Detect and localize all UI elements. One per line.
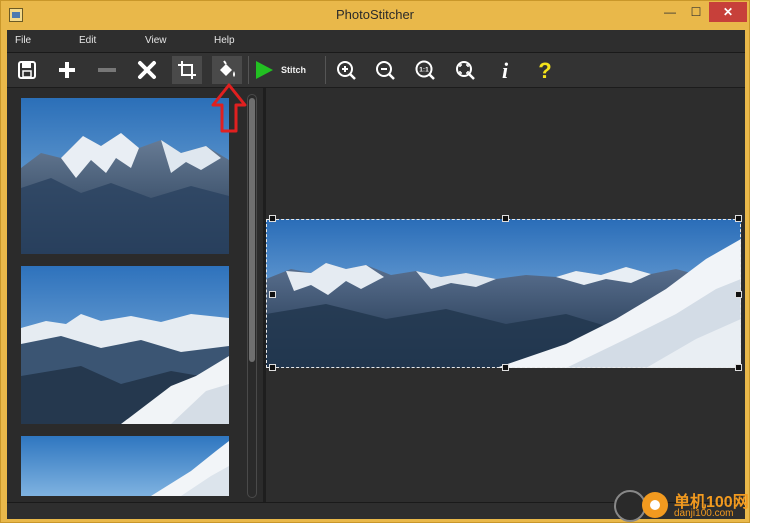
zoom-actual-icon: 1:1 [415, 60, 435, 80]
annotation-arrow-icon [211, 83, 247, 133]
clear-button[interactable] [132, 56, 162, 84]
zoom-in-icon [337, 61, 356, 80]
thumbnail-scrollbar[interactable] [247, 94, 257, 498]
zoom-out-button[interactable] [370, 56, 400, 84]
crop-handle-bottom[interactable] [502, 364, 509, 371]
scrollbar-thumb[interactable] [249, 98, 255, 362]
info-text: i [502, 59, 509, 81]
image-thumbnail[interactable] [21, 436, 229, 496]
add-icon [59, 62, 75, 78]
help-icon: ? [538, 59, 551, 81]
zoom-in-button[interactable] [331, 56, 361, 84]
mountain-photo-2 [21, 266, 229, 424]
save-icon [18, 61, 36, 79]
watermark: 单机100网 danji100.com [612, 488, 759, 524]
image-thumbnail[interactable] [21, 266, 229, 424]
stitch-button[interactable]: Stitch [253, 56, 323, 84]
image-thumbnail[interactable] [21, 98, 229, 254]
mountain-photo-3 [21, 436, 229, 496]
zoom-out-icon [376, 61, 395, 80]
toolbar-separator [248, 56, 249, 84]
add-image-button[interactable] [52, 56, 82, 84]
crop-selection[interactable] [266, 219, 741, 368]
minimize-button[interactable]: — [657, 2, 683, 22]
mountain-photo-1 [21, 98, 229, 254]
zoom-fit-icon [456, 61, 475, 80]
fill-background-button[interactable] [212, 56, 242, 84]
zoom-fit-button[interactable] [450, 56, 480, 84]
crop-handle-left[interactable] [269, 291, 276, 298]
crop-handle-right[interactable] [735, 291, 742, 298]
watermark-url: danji100.com [674, 508, 734, 519]
maximize-button[interactable]: ☐ [684, 2, 708, 22]
image-list-panel[interactable] [7, 88, 263, 502]
help-button[interactable]: ? [530, 56, 560, 84]
menu-file[interactable]: File [15, 35, 31, 46]
delete-icon [138, 61, 156, 79]
close-button[interactable]: ✕ [709, 2, 747, 22]
zoom-actual-text: 1:1 [419, 67, 429, 74]
menu-view[interactable]: View [145, 35, 167, 46]
info-icon: i [502, 59, 509, 81]
watermark-logo-icon [642, 492, 668, 518]
crop-handle-bottom-right[interactable] [735, 364, 742, 371]
remove-image-button[interactable] [92, 56, 122, 84]
zoom-actual-size-button[interactable]: 1:1 [410, 56, 440, 84]
preview-canvas[interactable] [266, 88, 745, 502]
title-bar[interactable]: PhotoStitcher — ☐ ✕ [1, 1, 749, 29]
client-area: File Edit View Help Stitch 1:1 i ? [7, 30, 745, 519]
toolbar-separator [325, 56, 326, 84]
help-text: ? [538, 59, 551, 81]
play-icon [256, 61, 273, 79]
menu-help[interactable]: Help [214, 35, 235, 46]
save-button[interactable] [12, 56, 42, 84]
app-window: PhotoStitcher — ☐ ✕ File Edit View Help [0, 0, 750, 523]
window-title: PhotoStitcher [335, 7, 415, 22]
crop-handle-bottom-left[interactable] [269, 364, 276, 371]
menu-edit[interactable]: Edit [79, 35, 96, 46]
fill-bucket-icon [220, 60, 235, 77]
crop-button[interactable] [172, 56, 202, 84]
crop-handle-top-left[interactable] [269, 215, 276, 222]
crop-handle-top-right[interactable] [735, 215, 742, 222]
crop-icon [178, 61, 196, 79]
remove-icon [98, 68, 116, 72]
info-button[interactable]: i [490, 56, 520, 84]
menu-bar: File Edit View Help [7, 30, 745, 53]
crop-handle-top[interactable] [502, 215, 509, 222]
toolbar: Stitch 1:1 i ? [7, 53, 745, 88]
stitch-label: Stitch [281, 65, 307, 75]
